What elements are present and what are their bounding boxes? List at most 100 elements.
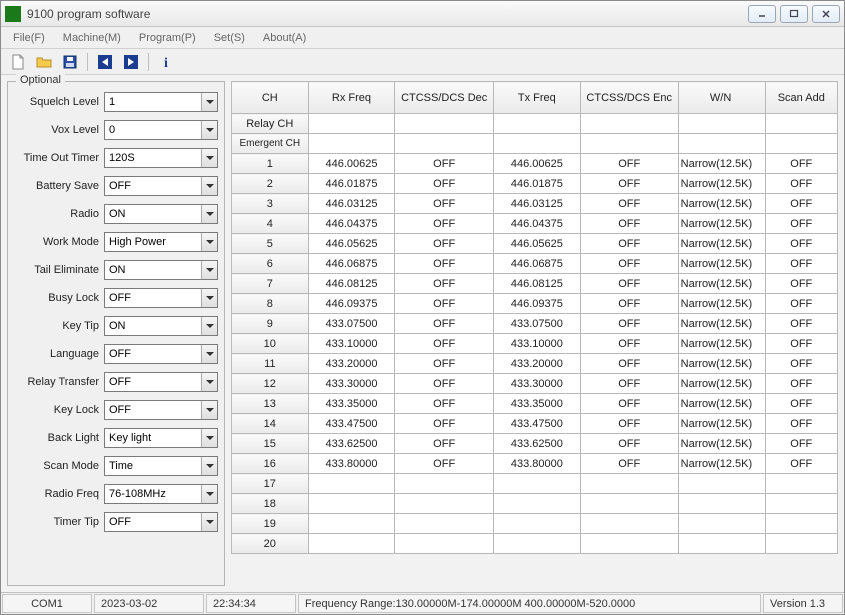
cell-wn[interactable]: Narrow(12.5K) [678, 454, 765, 474]
maximize-button[interactable] [780, 5, 808, 23]
cell-scan[interactable] [765, 534, 837, 554]
cell-rx[interactable]: 433.35000 [308, 394, 395, 414]
cell-scan[interactable]: OFF [765, 294, 837, 314]
table-row[interactable]: 11433.20000OFF433.20000OFFNarrow(12.5K)O… [232, 354, 838, 374]
col-wn[interactable]: W/N [678, 82, 765, 114]
cell-enc[interactable]: OFF [580, 294, 678, 314]
cell-enc[interactable] [580, 494, 678, 514]
cell-scan[interactable]: OFF [765, 414, 837, 434]
menu-machine[interactable]: Machine(M) [55, 30, 129, 46]
cell-wn[interactable]: Narrow(12.5K) [678, 314, 765, 334]
cell-enc[interactable]: OFF [580, 234, 678, 254]
cell-scan[interactable] [765, 514, 837, 534]
time-out-timer-select[interactable]: 120S [104, 148, 218, 168]
cell-enc[interactable]: OFF [580, 374, 678, 394]
cell-enc[interactable] [580, 514, 678, 534]
close-button[interactable] [812, 5, 840, 23]
cell-rx[interactable]: 433.30000 [308, 374, 395, 394]
cell-scan[interactable]: OFF [765, 394, 837, 414]
cell-scan[interactable]: OFF [765, 314, 837, 334]
cell-rx[interactable]: 433.07500 [308, 314, 395, 334]
cell-tx[interactable]: 433.30000 [493, 374, 580, 394]
cell-dec[interactable]: OFF [395, 174, 493, 194]
cell-dec[interactable] [395, 514, 493, 534]
cell-rx[interactable]: 446.00625 [308, 154, 395, 174]
cell-enc[interactable]: OFF [580, 254, 678, 274]
cell-scan[interactable]: OFF [765, 174, 837, 194]
cell-scan[interactable]: OFF [765, 334, 837, 354]
menu-file[interactable]: File(F) [5, 30, 53, 46]
cell-wn[interactable] [678, 494, 765, 514]
cell-dec[interactable] [395, 534, 493, 554]
cell-scan[interactable]: OFF [765, 214, 837, 234]
cell-tx[interactable]: 446.09375 [493, 294, 580, 314]
cell-tx[interactable]: 446.01875 [493, 174, 580, 194]
cell-tx[interactable]: 446.03125 [493, 194, 580, 214]
table-row[interactable]: 14433.47500OFF433.47500OFFNarrow(12.5K)O… [232, 414, 838, 434]
cell-enc[interactable]: OFF [580, 354, 678, 374]
relay-transfer-select[interactable]: OFF [104, 372, 218, 392]
cell-dec[interactable]: OFF [395, 374, 493, 394]
cell-rx[interactable]: 446.05625 [308, 234, 395, 254]
cell-dec[interactable]: OFF [395, 234, 493, 254]
menu-set[interactable]: Set(S) [206, 30, 253, 46]
cell-scan[interactable]: OFF [765, 254, 837, 274]
table-row[interactable]: 20 [232, 534, 838, 554]
cell-wn[interactable]: Narrow(12.5K) [678, 234, 765, 254]
cell-dec[interactable]: OFF [395, 354, 493, 374]
tail-eliminate-select[interactable]: ON [104, 260, 218, 280]
squelch-level-select[interactable]: 1 [104, 92, 218, 112]
cell-tx[interactable] [493, 534, 580, 554]
cell-scan[interactable]: OFF [765, 354, 837, 374]
cell-dec[interactable]: OFF [395, 414, 493, 434]
open-file-button[interactable] [33, 51, 55, 73]
cell-tx[interactable]: 446.06875 [493, 254, 580, 274]
minimize-button[interactable] [748, 5, 776, 23]
col-rx[interactable]: Rx Freq [308, 82, 395, 114]
cell-dec[interactable]: OFF [395, 214, 493, 234]
timer-tip-select[interactable]: OFF [104, 512, 218, 532]
cell-tx[interactable]: 446.00625 [493, 154, 580, 174]
emergent-ch-row[interactable]: Emergent CH [232, 134, 838, 154]
cell-rx[interactable] [308, 534, 395, 554]
cell-wn[interactable]: Narrow(12.5K) [678, 274, 765, 294]
col-enc[interactable]: CTCSS/DCS Enc [580, 82, 678, 114]
cell-scan[interactable]: OFF [765, 194, 837, 214]
cell-rx[interactable] [308, 494, 395, 514]
cell-rx[interactable]: 433.20000 [308, 354, 395, 374]
cell-rx[interactable]: 446.06875 [308, 254, 395, 274]
cell-rx[interactable]: 446.01875 [308, 174, 395, 194]
save-button[interactable] [59, 51, 81, 73]
scan-mode-select[interactable]: Time [104, 456, 218, 476]
key-tip-select[interactable]: ON [104, 316, 218, 336]
cell-scan[interactable]: OFF [765, 434, 837, 454]
col-tx[interactable]: Tx Freq [493, 82, 580, 114]
col-ch[interactable]: CH [232, 82, 309, 114]
table-row[interactable]: 3446.03125OFF446.03125OFFNarrow(12.5K)OF… [232, 194, 838, 214]
cell-wn[interactable] [678, 474, 765, 494]
cell-tx[interactable]: 433.20000 [493, 354, 580, 374]
cell-tx[interactable]: 446.05625 [493, 234, 580, 254]
cell-tx[interactable]: 446.08125 [493, 274, 580, 294]
cell-wn[interactable]: Narrow(12.5K) [678, 414, 765, 434]
table-row[interactable]: 7446.08125OFF446.08125OFFNarrow(12.5K)OF… [232, 274, 838, 294]
cell-rx[interactable]: 433.62500 [308, 434, 395, 454]
cell-scan[interactable] [765, 474, 837, 494]
cell-scan[interactable] [765, 494, 837, 514]
key-lock-select[interactable]: OFF [104, 400, 218, 420]
cell-scan[interactable]: OFF [765, 374, 837, 394]
cell-wn[interactable]: Narrow(12.5K) [678, 154, 765, 174]
table-row[interactable]: 5446.05625OFF446.05625OFFNarrow(12.5K)OF… [232, 234, 838, 254]
cell-tx[interactable]: 433.47500 [493, 414, 580, 434]
cell-wn[interactable]: Narrow(12.5K) [678, 174, 765, 194]
cell-dec[interactable]: OFF [395, 334, 493, 354]
table-row[interactable]: 15433.62500OFF433.62500OFFNarrow(12.5K)O… [232, 434, 838, 454]
radio-select[interactable]: ON [104, 204, 218, 224]
cell-tx[interactable]: 433.80000 [493, 454, 580, 474]
cell-enc[interactable]: OFF [580, 174, 678, 194]
cell-dec[interactable]: OFF [395, 434, 493, 454]
cell-scan[interactable]: OFF [765, 454, 837, 474]
radio-freq-select[interactable]: 76-108MHz [104, 484, 218, 504]
write-device-button[interactable] [120, 51, 142, 73]
back-light-select[interactable]: Key light [104, 428, 218, 448]
